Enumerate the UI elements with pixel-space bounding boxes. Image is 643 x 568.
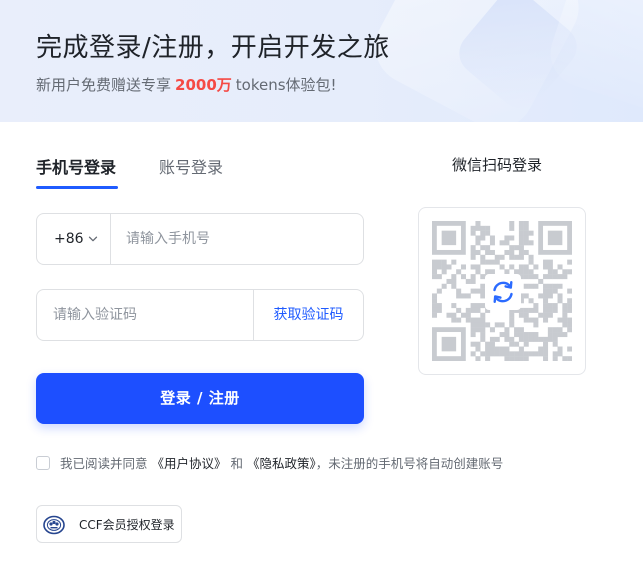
page-title: 完成登录/注册，开启开发之旅: [36, 33, 390, 63]
verification-code-group: 获取验证码: [36, 289, 364, 341]
phone-input-group: +86: [36, 213, 364, 265]
country-code-select[interactable]: +86: [37, 214, 111, 264]
agreement-and: 和: [230, 456, 244, 471]
agreement-text-1: 我已阅读并同意: [60, 456, 148, 471]
ccf-logo-icon: [43, 515, 65, 535]
country-code-value: +86: [54, 231, 84, 247]
subtitle-highlight: 2000万: [175, 76, 232, 94]
refresh-qr-button[interactable]: [485, 274, 521, 310]
agreement-checkbox[interactable]: [36, 456, 50, 470]
tab-phone-login[interactable]: 手机号登录: [36, 154, 116, 190]
page-subtitle: 新用户免费赠送专享 2000万 tokens体验包!: [36, 74, 337, 95]
verification-code-input[interactable]: [53, 304, 243, 326]
privacy-policy-link[interactable]: 《隐私政策》: [247, 456, 316, 471]
phone-number-input[interactable]: [126, 228, 346, 250]
chevron-down-icon: [88, 236, 98, 242]
subtitle-prefix: 新用户免费赠送专享: [36, 76, 172, 94]
wechat-login-title: 微信扫码登录: [452, 156, 543, 174]
active-tab-indicator: [36, 186, 118, 189]
user-agreement-link[interactable]: 《用户协议》: [152, 456, 227, 471]
page-header: 完成登录/注册，开启开发之旅 新用户免费赠送专享 2000万 tokens体验包!: [0, 0, 643, 122]
agreement-text-2: ，未注册的手机号将自动创建账号: [315, 456, 504, 471]
ccf-login-label: CCF会员授权登录: [79, 518, 175, 532]
login-register-button[interactable]: 登录 / 注册: [36, 373, 364, 424]
agreement-text: 我已阅读并同意 《用户协议》 和 《隐私政策》，未注册的手机号将自动创建账号: [60, 455, 503, 473]
refresh-icon: [493, 281, 513, 303]
subtitle-suffix: tokens体验包!: [235, 76, 337, 94]
get-code-button[interactable]: 获取验证码: [253, 290, 363, 340]
ccf-login-button[interactable]: CCF会员授权登录: [36, 505, 182, 543]
wechat-qr-card: [418, 207, 586, 375]
tab-account-login[interactable]: 账号登录: [159, 154, 223, 190]
